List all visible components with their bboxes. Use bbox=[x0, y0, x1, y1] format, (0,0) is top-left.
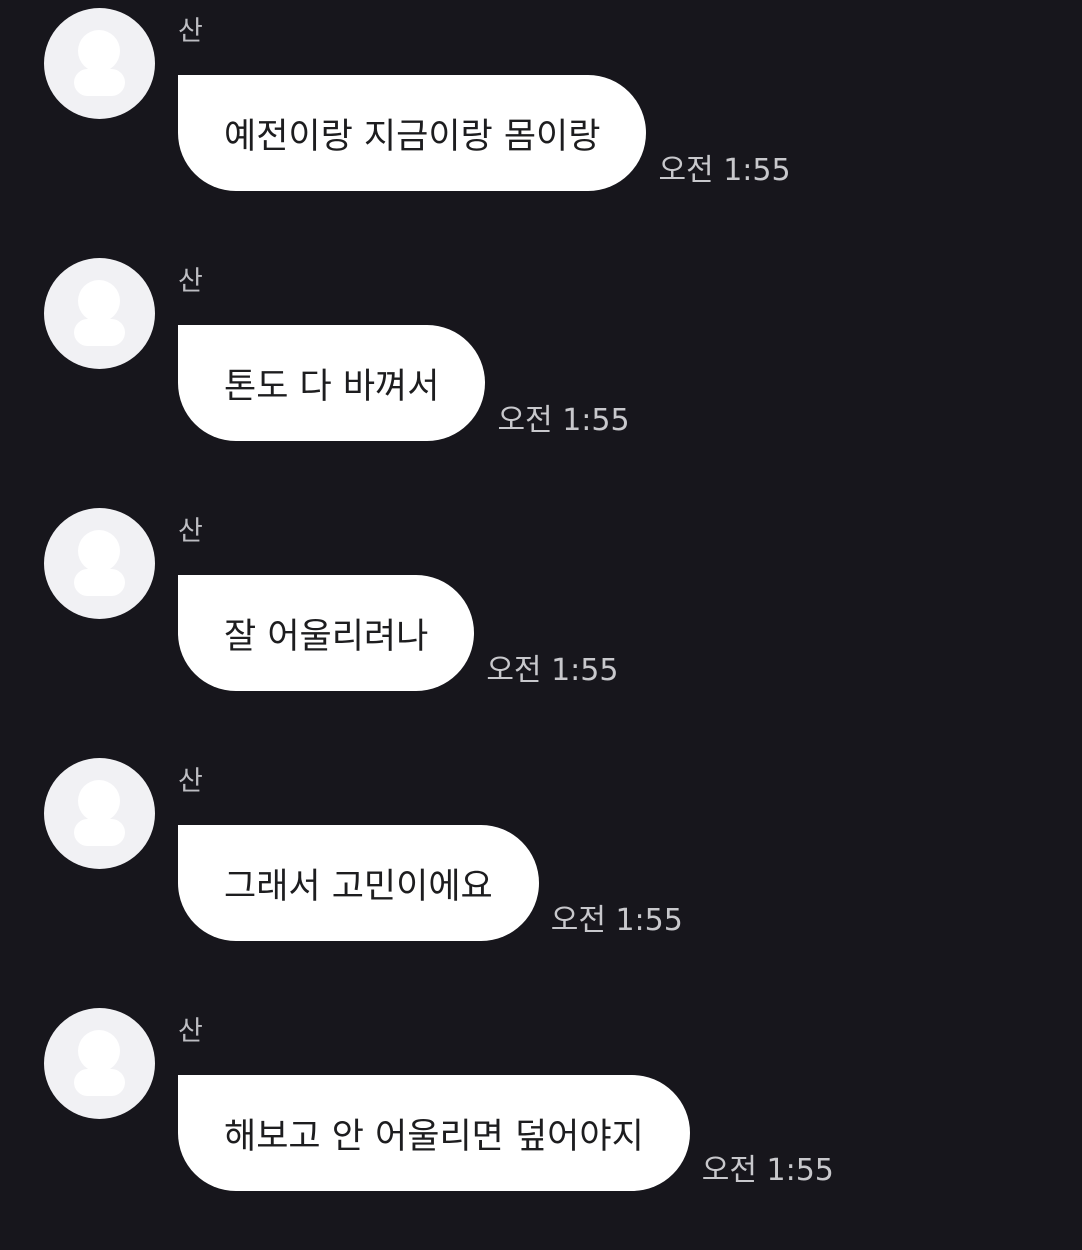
message-row: 해보고 안 어울리면 덮어야지 오전 1:55 bbox=[178, 1075, 834, 1191]
avatar-body-icon bbox=[74, 819, 125, 846]
message-timestamp: 오전 1:55 bbox=[658, 153, 791, 188]
message-group: 산 톤도 다 바껴서 오전 1:55 bbox=[0, 250, 1082, 500]
message-row: 톤도 다 바껴서 오전 1:55 bbox=[178, 325, 630, 441]
message-bubble[interactable]: 해보고 안 어울리면 덮어야지 bbox=[178, 1075, 690, 1191]
sender-name: 산 bbox=[178, 1016, 203, 1047]
message-row: 예전이랑 지금이랑 몸이랑 오전 1:55 bbox=[178, 75, 791, 191]
message-group: 산 그래서 고민이에요 오전 1:55 bbox=[0, 750, 1082, 1000]
avatar-body-icon bbox=[74, 69, 125, 96]
avatar[interactable] bbox=[44, 258, 155, 369]
message-row: 잘 어울리려나 오전 1:55 bbox=[178, 575, 618, 691]
message-bubble[interactable]: 예전이랑 지금이랑 몸이랑 bbox=[178, 75, 647, 191]
sender-name: 산 bbox=[178, 766, 203, 797]
avatar[interactable] bbox=[44, 758, 155, 869]
avatar-head-icon bbox=[78, 530, 120, 572]
sender-name: 산 bbox=[178, 266, 203, 297]
message-bubble[interactable]: 톤도 다 바껴서 bbox=[178, 325, 486, 441]
avatar[interactable] bbox=[44, 508, 155, 619]
sender-name: 산 bbox=[178, 516, 203, 547]
sender-name: 산 bbox=[178, 16, 203, 47]
avatar-body-icon bbox=[74, 569, 125, 596]
chat-message-list[interactable]: 산 예전이랑 지금이랑 몸이랑 오전 1:55 산 톤도 다 바껴서 오전 1:… bbox=[0, 0, 1082, 1200]
avatar[interactable] bbox=[44, 1008, 155, 1119]
message-timestamp: 오전 1:55 bbox=[701, 1153, 834, 1188]
avatar[interactable] bbox=[44, 8, 155, 119]
message-bubble[interactable]: 그래서 고민이에요 bbox=[178, 825, 539, 941]
avatar-head-icon bbox=[78, 1030, 120, 1072]
message-row: 그래서 고민이에요 오전 1:55 bbox=[178, 825, 683, 941]
avatar-head-icon bbox=[78, 30, 120, 72]
avatar-body-icon bbox=[74, 319, 125, 346]
message-group: 산 잘 어울리려나 오전 1:55 bbox=[0, 500, 1082, 750]
avatar-head-icon bbox=[78, 780, 120, 822]
message-group: 산 예전이랑 지금이랑 몸이랑 오전 1:55 bbox=[0, 0, 1082, 250]
avatar-head-icon bbox=[78, 280, 120, 322]
message-timestamp: 오전 1:55 bbox=[486, 653, 619, 688]
message-timestamp: 오전 1:55 bbox=[550, 903, 683, 938]
avatar-body-icon bbox=[74, 1069, 125, 1096]
message-group: 산 해보고 안 어울리면 덮어야지 오전 1:55 bbox=[0, 1000, 1082, 1250]
message-timestamp: 오전 1:55 bbox=[497, 403, 630, 438]
message-bubble[interactable]: 잘 어울리려나 bbox=[178, 575, 475, 691]
